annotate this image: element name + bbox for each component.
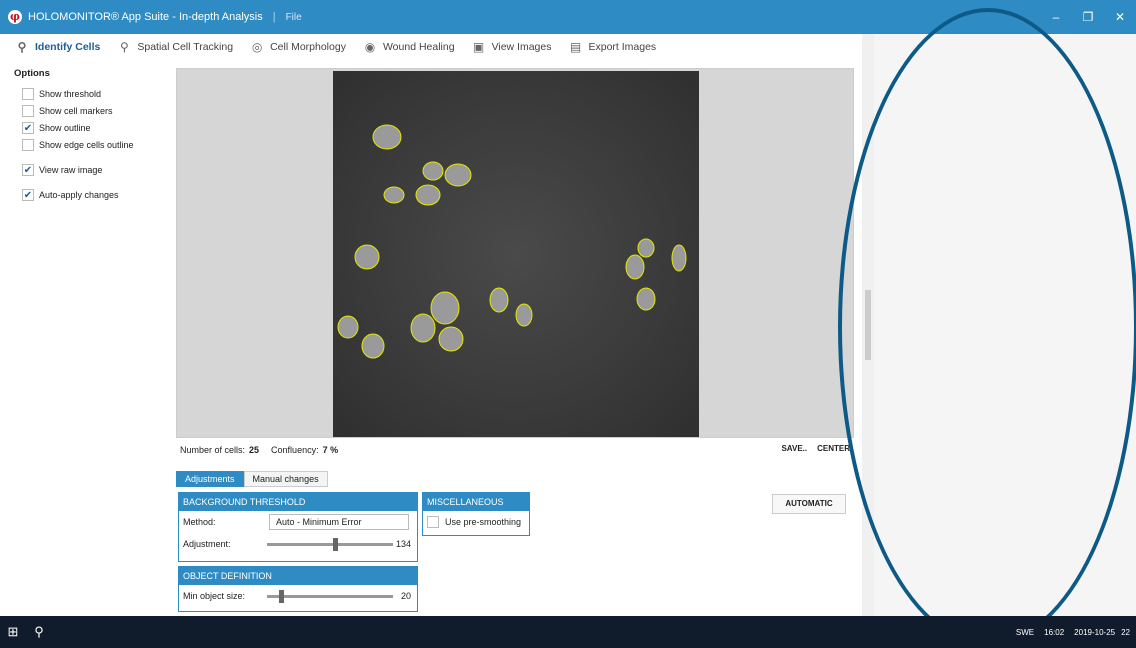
windows-start-icon[interactable]: ⊞	[2, 621, 24, 643]
checkbox[interactable]	[22, 138, 34, 151]
option-auto-apply[interactable]: ✔ Auto-apply changes	[22, 186, 164, 203]
option-view-raw-image[interactable]: ✔ View raw image	[22, 161, 164, 178]
image-info-bar: Number of cells: 25 Confluency: 7 % SAVE..…	[180, 444, 850, 455]
tab-adjustments[interactable]: Adjustments	[176, 471, 244, 487]
checkbox-checked[interactable]: ✔	[22, 163, 34, 176]
min-size-slider[interactable]	[267, 590, 393, 603]
export-images-icon: ▤	[569, 40, 582, 54]
clock[interactable]: 16:02	[1044, 628, 1064, 637]
maximize-button[interactable]: ❐	[1072, 0, 1104, 34]
object-definition-panel: OBJECT DEFINITION Min object size: 20	[178, 566, 418, 612]
option-show-edge-outline[interactable]: Show edge cells outline	[22, 136, 164, 153]
title-separator: |	[272, 11, 276, 23]
tool-identify-cells[interactable]: ⚲ Identify Cells	[14, 40, 101, 54]
checkbox[interactable]	[22, 87, 34, 100]
slider-knob[interactable]	[279, 590, 284, 603]
tool-wound-healing[interactable]: ◉ Wound Healing	[362, 40, 455, 54]
checkbox-checked[interactable]: ✔	[22, 188, 34, 201]
method-select[interactable]: Auto - Minimum Error	[269, 514, 409, 530]
slider-knob[interactable]	[333, 538, 338, 551]
notification-count[interactable]: 22	[1121, 628, 1130, 637]
min-size-value: 20	[400, 591, 411, 601]
identify-cells-icon: ⚲	[17, 40, 27, 54]
cell-outlines	[337, 124, 687, 359]
tab-manual-changes[interactable]: Manual changes	[243, 471, 328, 487]
tool-cell-morphology[interactable]: ◎ Cell Morphology	[249, 40, 346, 54]
tool-export-images[interactable]: ▤ Export Images	[567, 40, 656, 54]
tool-spatial-tracking[interactable]: ⚲ Spatial Cell Tracking	[116, 40, 233, 54]
miscellaneous-panel: MISCELLANEOUS Use pre-smoothing	[422, 492, 530, 536]
taskbar: ⊞ ⚲ SWE 16:02 2019-10-25 22	[0, 616, 1136, 648]
pre-smoothing-label: Use pre-smoothing	[445, 517, 522, 527]
search-icon[interactable]: ⚲	[28, 621, 50, 643]
module-toolbar: ⚲ Identify Cells ⚲ Spatial Cell Tracking ◎…	[0, 34, 862, 60]
option-show-cell-markers[interactable]: Show cell markers	[22, 102, 164, 119]
tool-view-images[interactable]: ▣ View Images	[471, 40, 552, 54]
save-button[interactable]: SAVE..	[781, 444, 807, 453]
options-title: Options	[14, 68, 50, 79]
view-images-icon: ▣	[472, 40, 485, 54]
adjustment-value: 134	[395, 539, 411, 549]
title-bar: φ HOLOMONITOR® App Suite - In-depth Anal…	[0, 0, 1136, 34]
panel-splitter[interactable]	[862, 34, 874, 616]
cell-count: 25	[249, 445, 260, 455]
window-title: HOLOMONITOR® App Suite - In-depth Analys…	[28, 11, 263, 23]
options-panel: Options Show threshold Show cell markers…	[14, 68, 164, 203]
checkbox[interactable]	[427, 516, 439, 528]
settings-tabs: Adjustments Manual changes	[176, 471, 328, 487]
checkbox-checked[interactable]: ✔	[22, 121, 34, 134]
cell-morphology-icon: ◎	[251, 40, 263, 54]
language-indicator[interactable]: SWE	[1016, 628, 1034, 637]
center-button[interactable]: CENTER	[817, 444, 850, 453]
option-show-threshold[interactable]: Show threshold	[22, 85, 164, 102]
minimize-button[interactable]: –	[1040, 0, 1072, 34]
date[interactable]: 2019-10-25	[1074, 628, 1115, 637]
file-menu[interactable]: File	[286, 12, 302, 23]
background-threshold-panel: BACKGROUND THRESHOLD Method: Auto - Minim…	[178, 492, 418, 562]
close-button[interactable]: ✕	[1104, 0, 1136, 34]
adjustment-slider[interactable]	[267, 538, 393, 551]
option-show-outline[interactable]: ✔ Show outline	[22, 119, 164, 136]
automatic-button[interactable]: AUTOMATIC	[772, 494, 846, 514]
confluency-value: 7 %	[322, 445, 339, 455]
spatial-tracking-icon: ⚲	[119, 40, 129, 54]
image-viewer[interactable]	[176, 68, 854, 438]
holomonitor-logo: φ	[8, 10, 22, 24]
wound-healing-icon: ◉	[364, 40, 376, 54]
microscopy-image[interactable]	[333, 71, 699, 437]
checkbox[interactable]	[22, 104, 34, 117]
right-panel	[874, 34, 1136, 616]
